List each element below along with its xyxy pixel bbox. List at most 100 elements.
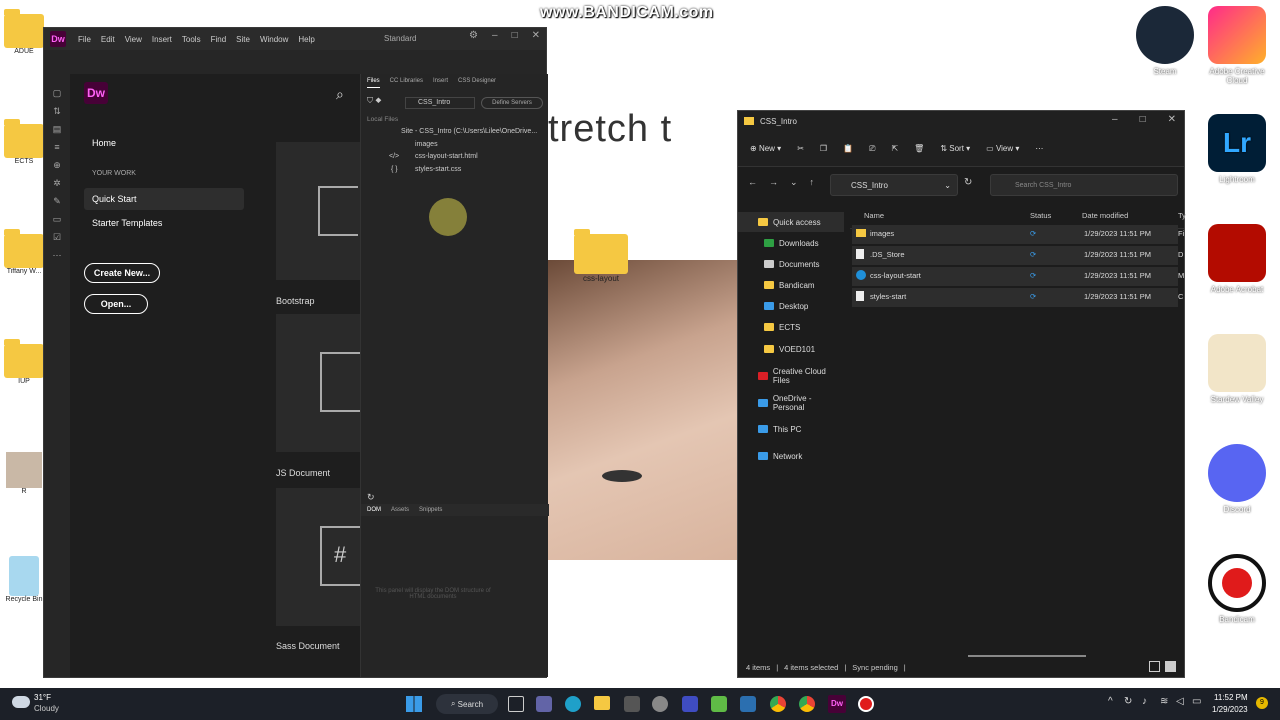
menu-view[interactable]: View [125,35,142,44]
desktop-icon-stardew[interactable]: Stardew Valley [1202,334,1272,404]
tab-insert[interactable]: Insert [433,78,448,88]
more-icon[interactable]: ⋯ [1035,144,1043,153]
tiles-view-icon[interactable] [1165,661,1176,672]
minecraft-icon[interactable] [711,696,727,712]
tree-item-html[interactable]: css-layout-start.html [415,153,478,160]
windows-start-icon[interactable] [406,696,422,712]
sass-document-card[interactable]: # [276,488,360,626]
address-bar[interactable]: CSS_Intro ⌄ [830,174,958,196]
nav-bandicam[interactable]: Bandicam [738,275,844,295]
menu-insert[interactable]: Insert [152,35,172,44]
refresh-icon[interactable]: ↻ [964,177,972,188]
check-icon[interactable]: ☑ [44,228,70,246]
open-button[interactable]: Open... [84,294,148,314]
refresh-icon[interactable]: ↻ [367,492,375,503]
document-icon[interactable]: ▤ [44,120,70,138]
nav-onedrive[interactable]: OneDrive - Personal [738,393,844,413]
minimize-icon[interactable]: – [492,30,498,41]
sort-button[interactable]: ⇅ Sort ▾ [940,144,970,153]
forward-icon[interactable]: → [769,177,778,187]
maximize-icon[interactable]: □ [512,30,518,41]
share-icon[interactable]: ⇱ [891,144,898,153]
column-type[interactable]: Ty [1178,211,1186,220]
back-icon[interactable]: ← [748,177,757,187]
minimize-icon[interactable]: – [1112,114,1118,125]
close-icon[interactable]: ✕ [532,30,540,41]
desktop-icon-adue[interactable]: ADUE [4,9,44,55]
column-date[interactable]: Date modified [1082,211,1128,220]
column-name[interactable]: Name [864,211,884,220]
nav-home[interactable]: Home [92,138,116,148]
nav-network[interactable]: Network [738,446,844,466]
settings-icon[interactable]: ✲ [44,174,70,192]
details-view-icon[interactable] [1149,661,1160,672]
more-icon[interactable]: ⋯ [44,246,70,264]
teams-icon[interactable] [536,696,552,712]
menu-find[interactable]: Find [211,35,227,44]
clock-time[interactable]: 11:52 PM [1214,693,1248,702]
column-status[interactable]: Status [1030,211,1051,220]
desktop-icon-tiffany[interactable]: Tiffany W... [4,229,44,275]
taskbar-search[interactable]: ⌕ Search [436,694,498,714]
menu-site[interactable]: Site [236,35,250,44]
menu-help[interactable]: Help [298,35,314,44]
menu-tools[interactable]: Tools [182,35,201,44]
chevron-up-icon[interactable]: ^ [1108,696,1113,707]
new-button[interactable]: ⊕ New ▾ [750,144,781,153]
tab-cc-libraries[interactable]: CC Libraries [390,78,423,88]
js-document-card[interactable] [276,314,360,452]
weather-icon[interactable] [12,696,30,708]
chrome-profile-icon[interactable] [799,696,815,712]
clock-date[interactable]: 1/29/2023 [1212,705,1248,714]
file-row[interactable]: images ⟳ 1/29/2023 11:51 PM Fi [852,225,1184,244]
maximize-icon[interactable]: □ [1140,114,1146,125]
settings-icon[interactable] [652,696,668,712]
desktop-icon-recycle-bin[interactable]: Recycle Bin [4,556,44,603]
desktop-icon-r[interactable]: R [4,452,44,495]
desktop-icon-css-layout[interactable]: css-layout [566,229,636,283]
comment-icon[interactable]: ▭ [44,210,70,228]
up-icon[interactable]: ↑ [810,177,815,187]
nav-quick-access[interactable]: Quick access [738,212,844,232]
desktop-icon-creative-cloud[interactable]: Adobe Creative Cloud [1202,6,1272,85]
close-icon[interactable]: ✕ [1168,114,1176,125]
nav-creative-cloud[interactable]: Creative Cloud Files [738,366,844,386]
copy-icon[interactable]: ❐ [820,144,827,153]
tab-assets[interactable]: Assets [391,507,409,513]
transfer-icon[interactable]: ⇅ [44,102,70,120]
connect-icon[interactable]: ⛉ ◆ [367,96,382,106]
nav-documents[interactable]: Documents [738,254,844,274]
site-select[interactable]: CSS_Intro [405,97,475,109]
menu-edit[interactable]: Edit [101,35,115,44]
nav-this-pc[interactable]: This PC [738,419,844,439]
store-icon[interactable] [624,696,640,712]
file-icon[interactable]: ▢ [44,84,70,102]
site-root[interactable]: Site - CSS_Intro (C:\Users\Lilee\OneDriv… [401,128,537,135]
list-icon[interactable]: ≡ [44,138,70,156]
desktop-icon-bandicam[interactable]: Bandicam [1202,554,1272,624]
dreamweaver-taskbar-icon[interactable]: Dw [828,695,846,713]
wifi-icon[interactable]: ≋ [1160,696,1168,707]
workspace-select[interactable]: Standard [384,34,416,43]
chevron-down-icon[interactable]: ⌄ [944,181,951,190]
file-row[interactable]: styles-start ⟳ 1/29/2023 11:51 PM C [852,288,1183,307]
search-input[interactable]: Search CSS_Intro [990,174,1178,196]
file-row[interactable]: .DS_Store ⟳ 1/29/2023 11:51 PM D [852,246,1183,265]
brush-icon[interactable]: ✎ [44,192,70,210]
gear-icon[interactable]: ⚙ [469,30,478,41]
file-explorer-icon[interactable] [594,696,610,710]
zoom-icon[interactable] [740,696,756,712]
desktop-icon-ects[interactable]: ECTS [4,119,44,165]
battery-icon[interactable]: ▭ [1192,696,1201,707]
tree-item-css[interactable]: styles-start.css [415,166,461,173]
nav-quick-start[interactable]: Quick Start [92,194,137,204]
rename-icon[interactable]: ⎚ [869,144,875,154]
desktop-icon-iup[interactable]: IUP [4,339,44,385]
search-icon[interactable]: ⌕ [336,86,344,103]
bootstrap-card[interactable] [276,142,360,280]
target-icon[interactable]: ⊕ [44,156,70,174]
mic-icon[interactable]: ♪ [1142,696,1147,707]
delete-icon[interactable]: 🗑 [914,144,924,153]
onedrive-sync-icon[interactable]: ↻ [1124,696,1132,707]
desktop-icon-discord[interactable]: Discord [1202,444,1272,514]
